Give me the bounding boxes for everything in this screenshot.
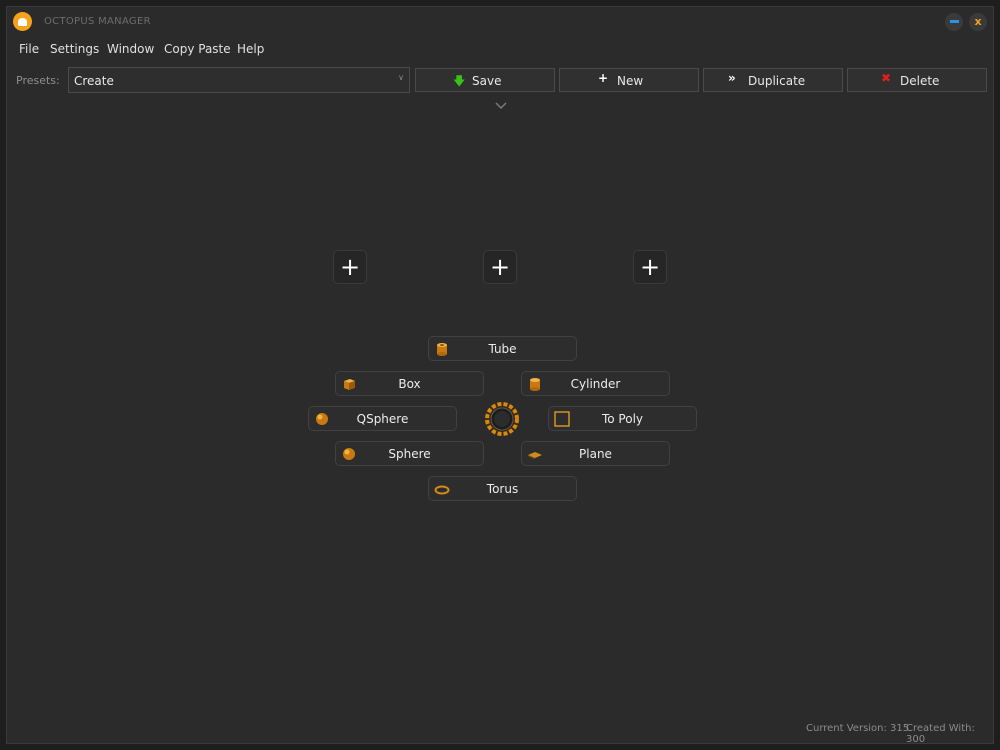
menu-settings[interactable]: Settings <box>50 42 99 56</box>
menu-window[interactable]: Window <box>107 42 154 56</box>
x-icon: ✖ <box>881 71 892 85</box>
expand-chevron-icon[interactable] <box>494 98 508 112</box>
duplicate-button[interactable]: » Duplicate <box>703 68 843 92</box>
app-window: OCTOPUS MANAGER x File Settings Window C… <box>6 6 994 745</box>
add-slot-right-button[interactable]: + <box>633 250 667 284</box>
center-hub-icon[interactable] <box>484 401 520 437</box>
close-button[interactable]: x <box>969 13 987 31</box>
plane-label: Plane <box>579 447 612 461</box>
to-poly-button[interactable]: To Poly <box>548 406 697 431</box>
sphere-label: Sphere <box>388 447 431 461</box>
save-button[interactable]: 🡇 Save <box>415 68 555 92</box>
arrow-down-icon: 🡇 <box>453 74 466 88</box>
plus-icon: + <box>598 71 609 85</box>
tube-button[interactable]: Tube <box>428 336 577 361</box>
menu-copy-paste[interactable]: Copy Paste <box>164 42 231 56</box>
tube-label: Tube <box>488 342 517 356</box>
qsphere-label: QSphere <box>356 412 409 426</box>
torus-button[interactable]: Torus <box>428 476 577 501</box>
close-icon: x <box>974 15 982 28</box>
chevron-down-icon: ∨ <box>398 73 404 82</box>
save-label: Save <box>472 74 502 88</box>
preset-toolbar: Presets: Create ∨ 🡇 Save + New » Duplica… <box>7 65 993 97</box>
menu-help[interactable]: Help <box>237 42 264 56</box>
delete-label: Delete <box>900 74 940 88</box>
cylinder-label: Cylinder <box>570 377 621 391</box>
new-label: New <box>617 74 644 88</box>
menu-file[interactable]: File <box>19 42 39 56</box>
torus-label: Torus <box>486 482 519 496</box>
box-label: Box <box>398 377 421 391</box>
app-logo-icon <box>13 12 32 31</box>
window-title: OCTOPUS MANAGER <box>44 16 151 27</box>
preset-select-value: Create <box>74 74 114 88</box>
cylinder-button[interactable]: Cylinder <box>521 371 670 396</box>
box-button[interactable]: Box <box>335 371 484 396</box>
qsphere-button[interactable]: QSphere <box>308 406 457 431</box>
duplicate-label: Duplicate <box>748 74 806 88</box>
title-bar: OCTOPUS MANAGER x <box>7 7 993 37</box>
preset-select[interactable]: Create ∨ <box>68 67 410 93</box>
double-chevron-right-icon: » <box>728 71 736 85</box>
created-with-text: Created With: 300 <box>906 723 975 745</box>
to-poly-label: To Poly <box>601 412 644 426</box>
minimize-button[interactable] <box>945 13 963 31</box>
presets-label: Presets: <box>16 74 60 87</box>
sphere-button[interactable]: Sphere <box>335 441 484 466</box>
delete-button[interactable]: ✖ Delete <box>847 68 987 92</box>
plane-button[interactable]: Plane <box>521 441 670 466</box>
current-version-text: Current Version: 315 <box>806 723 910 734</box>
menu-bar: File Settings Window Copy Paste Help <box>7 38 993 60</box>
minimize-icon <box>949 19 959 23</box>
add-slot-center-button[interactable]: + <box>483 250 517 284</box>
add-slot-left-button[interactable]: + <box>333 250 367 284</box>
new-button[interactable]: + New <box>559 68 699 92</box>
